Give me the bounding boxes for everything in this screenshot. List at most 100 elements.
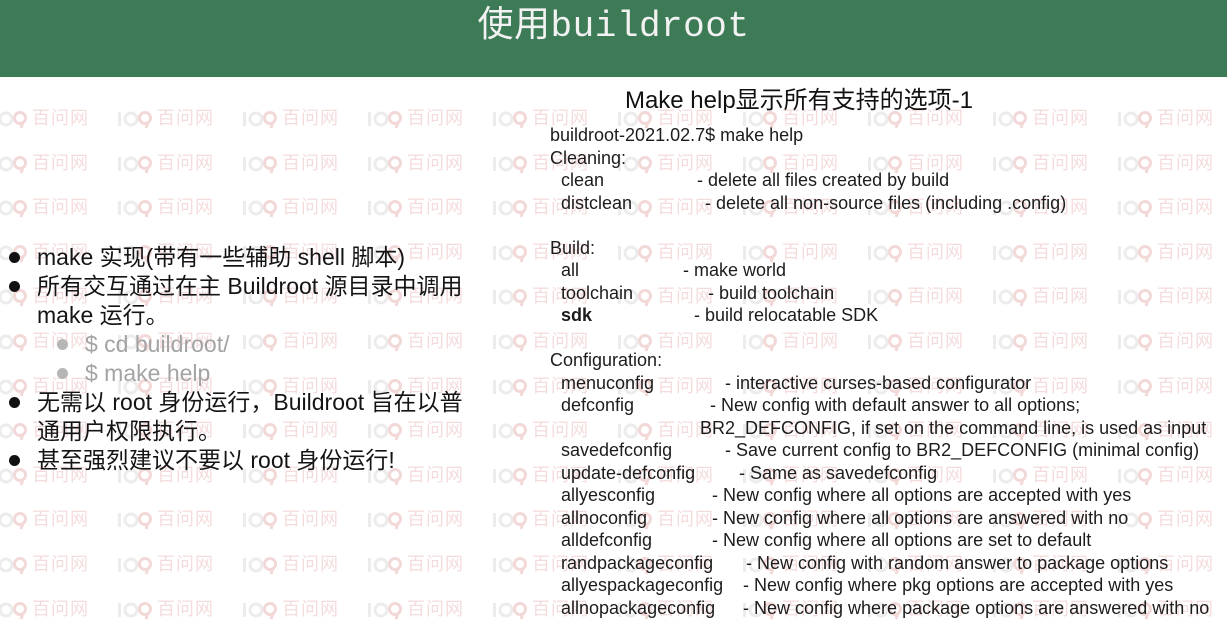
section-header-row: Configuration: [550,349,1220,372]
target-name: allyesconfig [561,485,656,505]
section-title: Configuration: [550,350,663,370]
watermark-logo-icon [493,244,527,263]
watermark-logo-icon [118,601,152,620]
command-text: $ make help [85,360,211,386]
target-description: - delete all files created by build [697,170,950,190]
watermark-logo-icon [493,289,527,307]
target-description: - build toolchain [708,282,835,303]
watermark-tile: 百问网 [240,599,339,621]
watermark-logo-icon [118,155,152,174]
command-text: $ cd buildroot/ [85,331,230,357]
section-title: Build: [550,237,596,258]
watermark-logo-icon [118,512,152,530]
watermark-logo-icon [368,200,402,218]
watermark-text: 百问网 [407,197,464,219]
watermark-text: 百问网 [157,152,214,174]
watermark-tile: 百问网 [365,599,464,621]
watermark-tile: 百问网 [240,153,339,175]
watermark-tile: 百问网 [115,599,214,621]
watermark-text: 百问网 [32,108,89,129]
watermark-logo-icon [243,155,277,174]
watermark-logo-icon [493,423,527,441]
target-name: clean [561,170,605,190]
sub-bullet-dot-icon [57,339,68,350]
watermark-logo-icon [493,467,527,486]
watermark-logo-icon [493,334,527,352]
watermark-text: 百问网 [32,152,89,174]
watermark-logo-icon [0,200,27,218]
section-header-row: Cleaning: [550,147,1220,170]
bullet-text: 无需以 root 身份运行，Buildroot 旨在以普 [37,389,463,415]
watermark-text: 百问网 [157,197,214,219]
watermark-logo-icon [243,601,277,620]
watermark-logo-icon [0,601,27,620]
watermark-logo-icon [118,200,152,218]
watermark-logo-icon [0,557,27,575]
bullet-item: 甚至强烈建议不要以 root 身份运行! [0,446,495,475]
watermark-text: 百问网 [282,509,339,531]
bullet-dot-icon [9,455,20,466]
target-description: - Same as savedefconfig [739,462,938,483]
watermark-logo-icon [243,111,277,129]
shell-prompt: buildroot-2021.02.7$ make help [550,125,804,145]
target-row: defconfig - New config with default answe… [550,394,1220,417]
bullet-item: 无需以 root 身份运行，Buildroot 旨在以普 通用户权限执行。 [0,388,495,446]
watermark-logo-icon [493,601,527,620]
watermark-tile: 百问网 [0,554,89,576]
watermark-tile: 百问网 [365,509,464,531]
watermark-tile: 百问网 [365,554,464,576]
target-name: savedefconfig [561,440,673,460]
watermark-tile: 百问网 [240,197,339,219]
watermark-tile: 百问网 [0,153,89,175]
target-name: toolchain [561,282,634,303]
watermark-text: 百问网 [407,598,464,620]
target-row: all - make world [550,259,1220,282]
watermark-tile: 百问网 [0,108,89,130]
watermark-tile: 百问网 [0,599,89,621]
target-name: menuconfig [561,372,655,393]
target-row: alldefconfig - New config where all optio… [550,529,1220,552]
bullet-text: 通用户权限执行。 [37,418,221,444]
target-description: - New config where all options are accep… [712,485,1132,505]
target-description: - New config where package options are a… [743,597,1210,618]
watermark-logo-icon [493,557,527,575]
watermark-text: 百问网 [32,197,89,219]
watermark-text: 百问网 [282,554,339,575]
target-row: menuconfig - interactive curses-based con… [550,372,1220,395]
sub-bullet-item: $ cd buildroot/ [0,330,495,359]
target-description: - Save current config to BR2_DEFCONFIG (… [725,440,1200,460]
watermark-text: 百问网 [157,554,214,575]
watermark-text: 百问网 [282,108,339,129]
watermark-logo-icon [493,512,527,530]
target-row: savedefconfig - Save current config to BR… [550,439,1220,462]
watermark-logo-icon [493,155,527,174]
target-description: - New config with random answer to packa… [746,552,1169,573]
watermark-text: 百问网 [407,108,464,129]
watermark-text: 百问网 [282,197,339,219]
bullet-dot-icon [9,281,20,292]
bullet-text: make 实现(带有一些辅助 shell 脚本) [37,244,406,270]
target-description-continued: BR2_DEFCONFIG, if set on the command lin… [700,417,1207,438]
watermark-logo-icon [118,557,152,575]
continuation-row: BR2_DEFCONFIG, if set on the command lin… [550,417,1220,440]
target-row: clean - delete all files created by build [550,169,1220,192]
target-description: - New config where all options are answe… [712,507,1129,528]
target-row: distclean - delete all non-source files (… [550,192,1220,215]
section-header-row: Build: [550,237,1220,260]
target-row: allyespackageconfig - New config where pk… [550,574,1220,597]
target-description: - New config with default answer to all … [710,395,1081,415]
blank-row [550,327,1220,350]
watermark-tile: 百问网 [115,197,214,219]
watermark-text: 百问网 [32,598,89,620]
target-name: alldefconfig [561,530,653,550]
section-title: Cleaning: [550,147,627,168]
watermark-logo-icon [368,557,402,575]
watermark-tile: 百问网 [115,153,214,175]
watermark-tile: 百问网 [0,197,89,219]
target-row: allnopackageconfig - New config where pac… [550,597,1220,620]
target-description: - build relocatable SDK [694,305,879,325]
watermark-tile: 百问网 [115,509,214,531]
bullet-item: make 实现(带有一些辅助 shell 脚本) [0,243,495,272]
target-row: allyesconfig - New config where all optio… [550,484,1220,507]
title-bar: 使用buildroot [0,0,1227,77]
